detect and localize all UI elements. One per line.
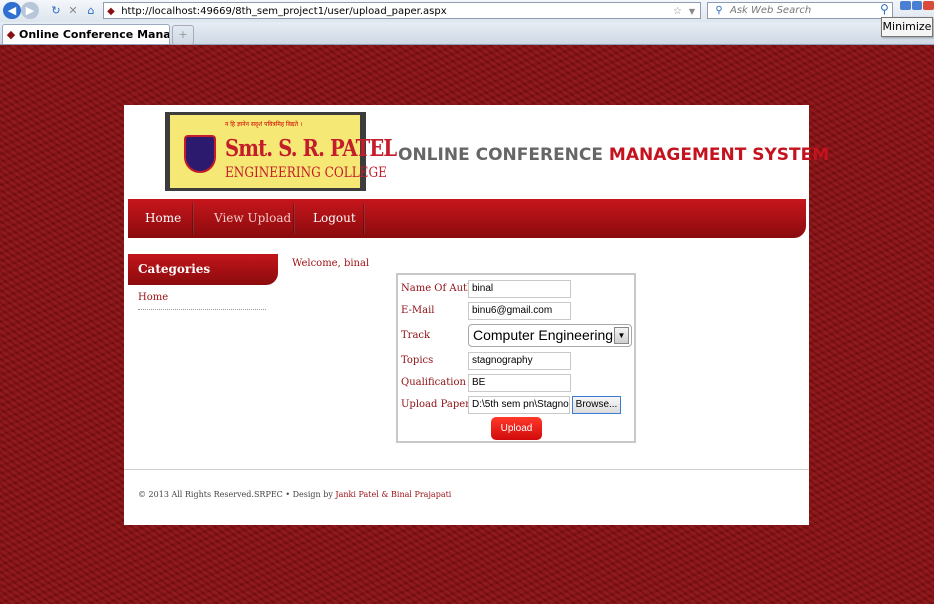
tab-current[interactable]: ◆Online Conference Managem... xyxy=(2,24,170,44)
title-red: MANAGEMENT SYSTEM xyxy=(608,145,830,165)
college-logo: न हि ज्ञानेन सदृशं पवित्रमिह विद्यते । S… xyxy=(165,112,397,191)
page-container: न हि ज्ञानेन सदृशं पवित्रमिह विद्यते । S… xyxy=(124,105,829,525)
nav-divider xyxy=(293,203,295,234)
stop-icon[interactable]: ✕ xyxy=(64,2,82,19)
home-icon[interactable]: ⌂ xyxy=(82,2,100,19)
back-button[interactable]: ◀ xyxy=(3,2,21,19)
site-favicon-icon: ◆ xyxy=(107,6,115,17)
main-nav: Home View Upload Logout xyxy=(128,199,806,238)
nav-logout[interactable]: Logout xyxy=(313,199,356,238)
categories-heading: Categories xyxy=(128,254,278,285)
qualification-label: Qualification xyxy=(401,377,466,388)
bookmark-star-icon[interactable]: ☆ xyxy=(673,3,682,20)
footer: © 2013 All Rights Reserved.SRPEC • Desig… xyxy=(138,490,451,499)
site-title: ONLINE CONFERENCE MANAGEMENT SYSTEM xyxy=(398,145,829,165)
nav-home[interactable]: Home xyxy=(145,199,181,238)
upload-button[interactable]: Upload xyxy=(491,417,542,440)
tab-title: Online Conference Managem... xyxy=(19,28,170,41)
file-path-field[interactable]: D:\5th sem pn\Stagnogr xyxy=(468,396,570,414)
nav-divider xyxy=(192,203,194,234)
minimize-button[interactable] xyxy=(900,1,911,10)
footer-authors-link[interactable]: Janki Patel & Binal Prajapati xyxy=(335,490,451,499)
logo-crest-icon xyxy=(184,135,216,173)
chevron-down-icon[interactable]: ▼ xyxy=(614,327,629,344)
sidebar-divider xyxy=(138,309,266,310)
forward-button[interactable]: ▶ xyxy=(21,2,39,19)
topics-field[interactable]: stagnography xyxy=(468,352,571,370)
maximize-button[interactable] xyxy=(912,1,922,10)
footer-copyright: © 2013 All Rights Reserved.SRPEC • Desig… xyxy=(138,490,333,499)
tab-bar: ◆Online Conference Managem... + xyxy=(0,22,934,45)
upload-label: Upload Paper xyxy=(401,399,470,410)
topics-label: Topics xyxy=(401,355,434,366)
email-label: E-Mail xyxy=(401,305,435,316)
search-engine-icon[interactable]: ⚲ xyxy=(708,3,730,18)
browse-button[interactable]: Browse... xyxy=(572,396,621,414)
reload-icon[interactable]: ↻ xyxy=(47,2,65,19)
welcome-text: Welcome, binal xyxy=(292,258,370,269)
search-go-icon[interactable]: ⚲ xyxy=(880,2,889,16)
url-dropdown-icon[interactable]: ▼ xyxy=(689,3,695,20)
footer-divider xyxy=(124,469,809,470)
email-field[interactable]: binu6@gmail.com xyxy=(468,302,571,320)
browser-toolbar: ◀ ▶ ↻ ✕ ⌂ ◆ http://localhost:49669/8th_s… xyxy=(0,0,934,23)
minimize-tooltip: Minimize xyxy=(881,17,933,37)
title-gray: ONLINE CONFERENCE xyxy=(398,145,603,165)
upload-form: Name Of Author binal E-Mail binu6@gmail.… xyxy=(396,273,636,443)
nav-view-upload[interactable]: View Upload xyxy=(214,199,291,238)
logo-name: Smt. S. R. PATEL xyxy=(225,135,397,162)
sidebar-item-home[interactable]: Home xyxy=(138,292,168,303)
author-field[interactable]: binal xyxy=(468,280,571,298)
track-label: Track xyxy=(401,330,431,341)
new-tab-button[interactable]: + xyxy=(172,25,194,45)
track-select[interactable]: Computer Engineering ▼ xyxy=(468,324,632,347)
tab-favicon-icon: ◆ xyxy=(6,28,16,41)
search-placeholder: Ask Web Search xyxy=(730,5,812,16)
address-bar[interactable]: ◆ http://localhost:49669/8th_sem_project… xyxy=(103,2,701,19)
logo-college: ENGINEERING COLLEGE xyxy=(225,165,387,181)
url-text: http://localhost:49669/8th_sem_project1/… xyxy=(121,6,447,17)
close-window-button[interactable] xyxy=(923,1,934,10)
qualification-field[interactable]: BE xyxy=(468,374,571,392)
nav-divider xyxy=(363,203,365,234)
logo-motto: न हि ज्ञानेन सदृशं पवित्रमिह विद्यते । xyxy=(225,121,303,128)
track-value: Computer Engineering xyxy=(473,327,614,343)
search-input[interactable]: ⚲ Ask Web Search xyxy=(707,2,893,19)
